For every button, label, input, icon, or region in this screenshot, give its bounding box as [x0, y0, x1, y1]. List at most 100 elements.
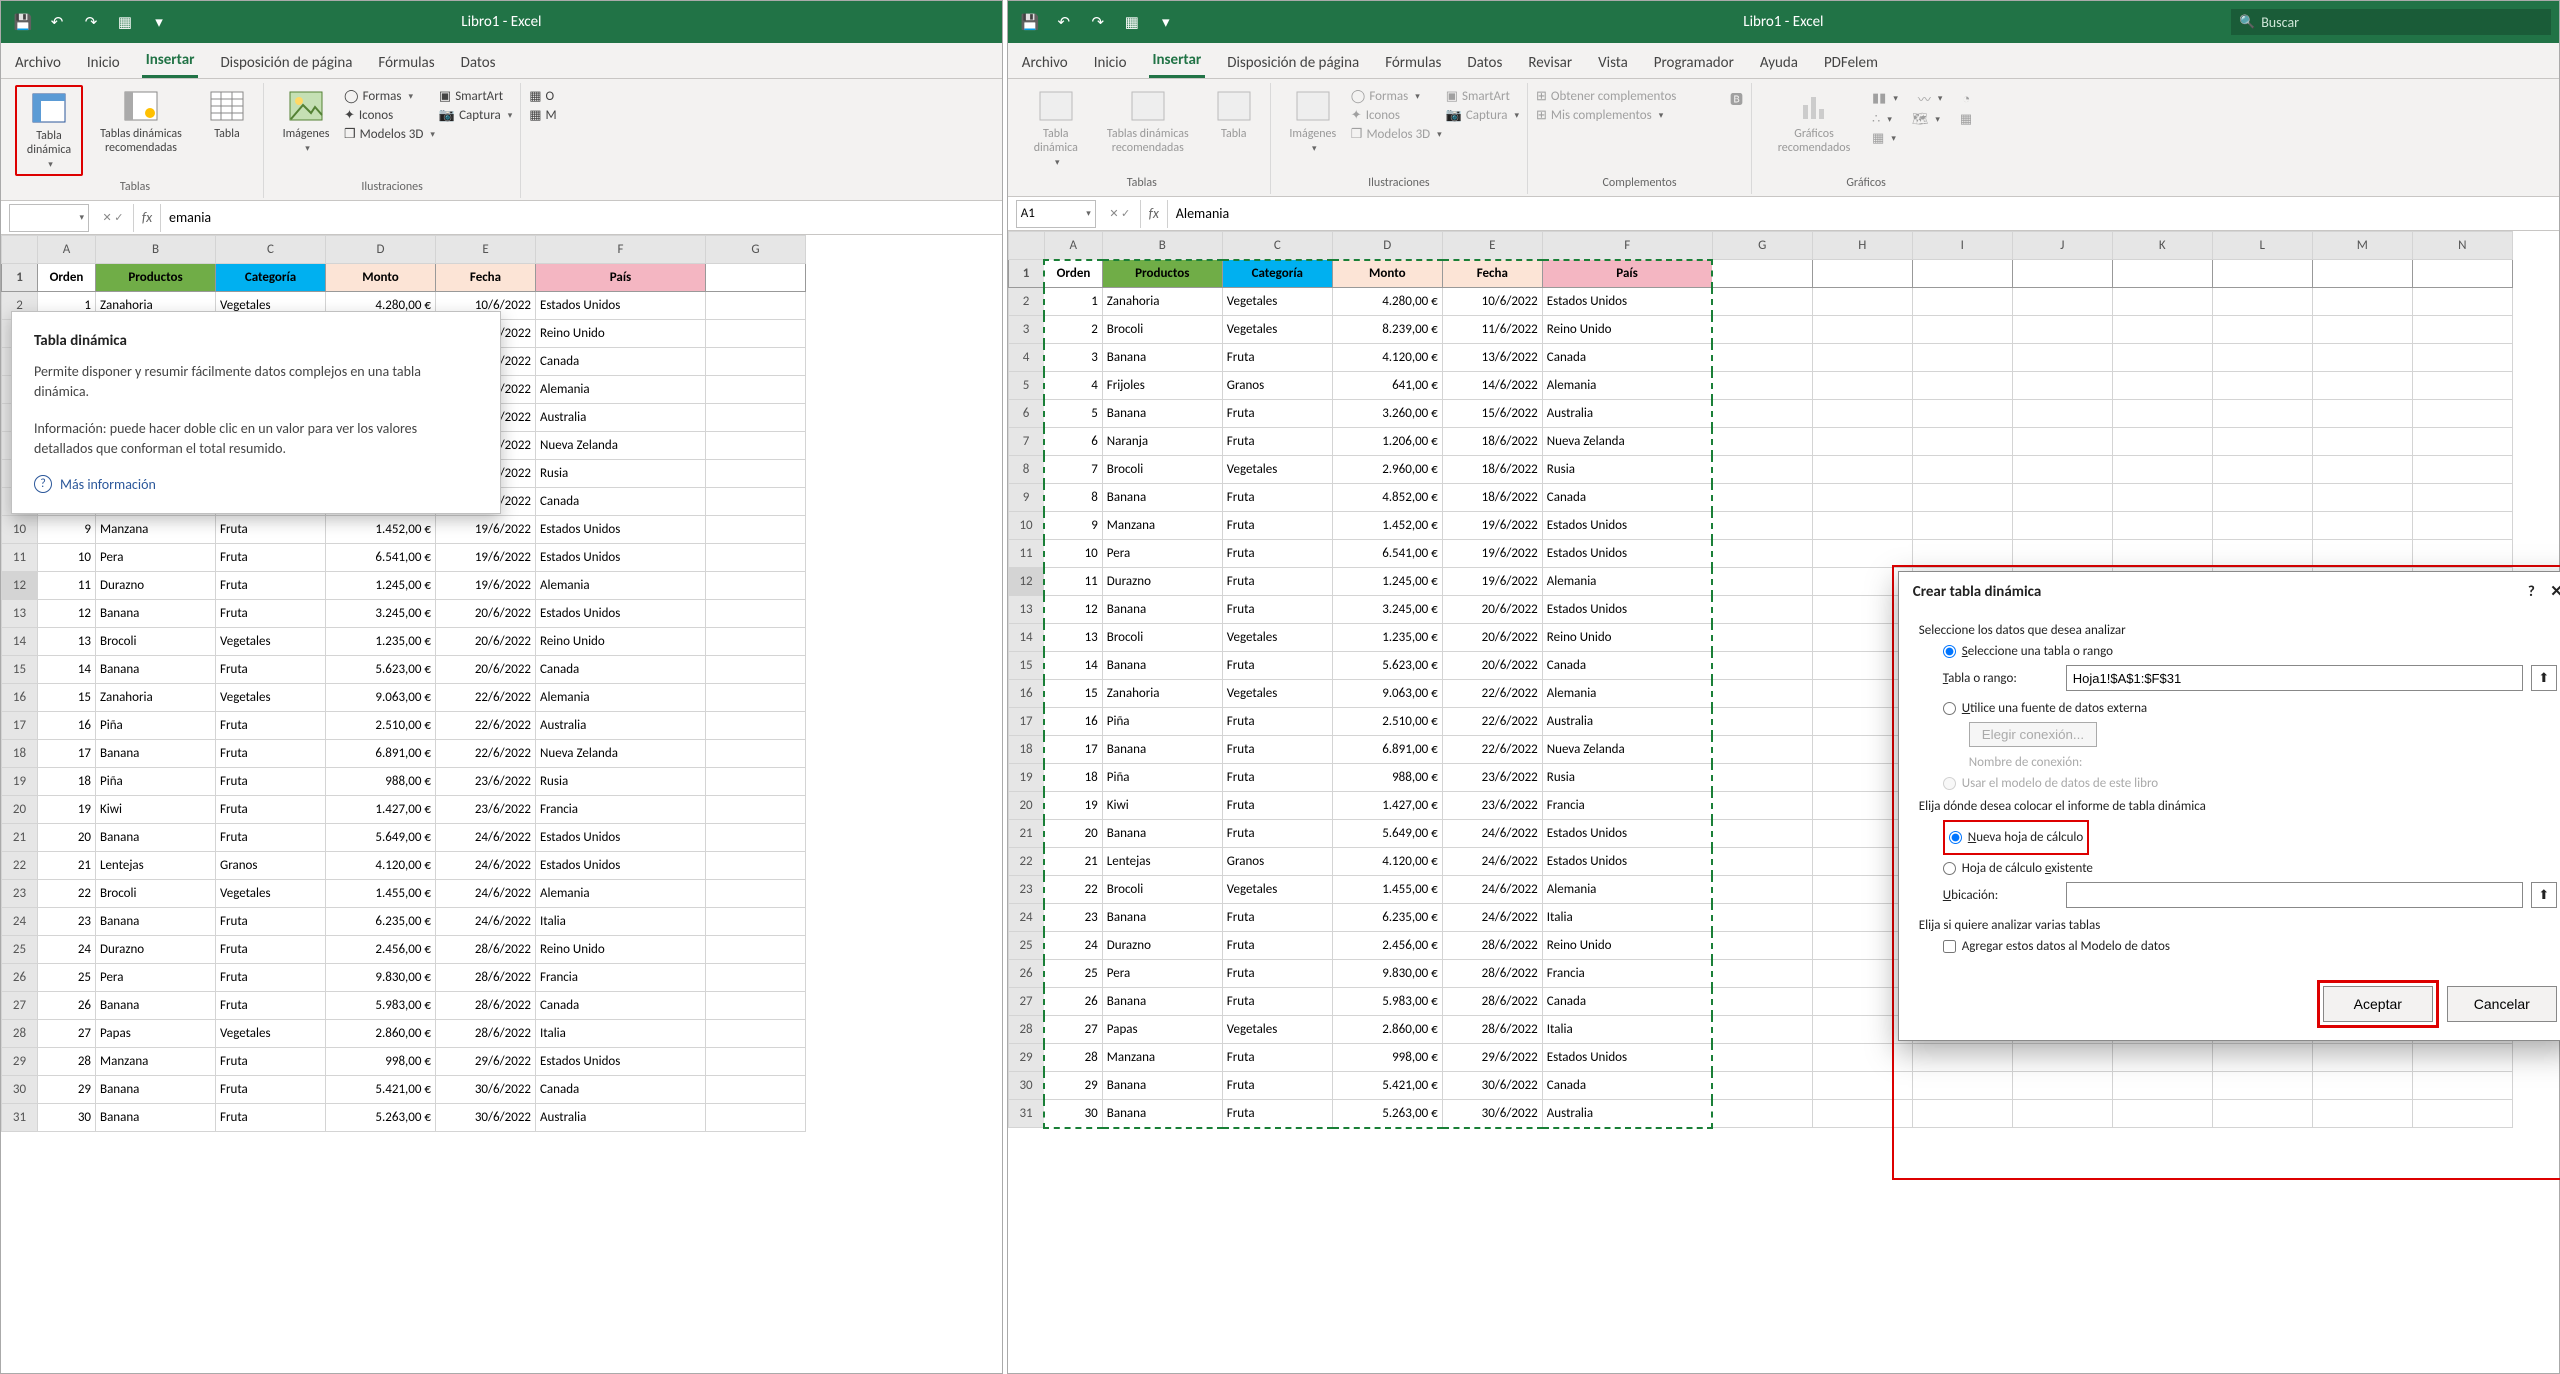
pivot-table-button: Tabla dinámica▾ — [1022, 85, 1090, 172]
tab-disposición-de-página[interactable]: Disposición de página — [1223, 48, 1363, 78]
help-icon[interactable]: ? — [2528, 583, 2535, 601]
tab-fórmulas[interactable]: Fórmulas — [374, 48, 438, 78]
cube-icon: ❒ — [344, 127, 356, 142]
opt-external-source[interactable]: Utilice una fuente de datos externa — [1943, 701, 2557, 716]
images-button: Imágenes▾ — [1279, 85, 1347, 158]
images-button[interactable]: Imágenes▾ — [272, 85, 340, 158]
scatter-icon: ∴ — [1872, 112, 1880, 127]
formula-bar: ▾ ✕ ✓ fx emania — [1, 201, 1002, 235]
pie-chart-icon: ◔ — [1962, 91, 1970, 107]
icons-menu[interactable]: ✦Iconos — [344, 108, 435, 123]
tab-programador[interactable]: Programador — [1650, 48, 1738, 78]
tab-datos[interactable]: Datos — [1463, 48, 1506, 78]
line-chart-icon: 〰 — [1918, 89, 1931, 108]
bing-icon: 🅱 — [1730, 89, 1743, 108]
fx-icon[interactable]: fx — [1140, 200, 1168, 228]
conn-name-label: Nombre de conexión: — [1969, 755, 2557, 770]
shapes-icon: ◯ — [344, 89, 359, 104]
titlebar: 💾 ↶ ↷ ▦ ▾ Libro1 - Excel 🔍 Buscar — [1008, 1, 2559, 43]
tooltip-line1: Permite disponer y resumir fácilmente da… — [34, 362, 478, 403]
range-label: Tabla o rango: — [1943, 671, 2058, 686]
bar-chart-icon: ▮▮ — [1872, 91, 1886, 106]
tab-datos[interactable]: Datos — [457, 48, 500, 78]
tab-insertar[interactable]: Insertar — [1149, 45, 1206, 78]
tab-inicio[interactable]: Inicio — [83, 48, 124, 78]
titlebar: 💾 ↶ ↷ ▦ ▾ Libro1 - Excel — [1, 1, 1002, 43]
shapes-menu[interactable]: ◯Formas▾ — [344, 89, 435, 104]
chk-add-to-model[interactable]: Agregar estos datos al Modelo de datos — [1943, 939, 2557, 954]
pivot-table-button[interactable]: Tabla dinámica▾ — [15, 85, 83, 176]
location-picker-icon[interactable]: ⬆ — [2531, 882, 2557, 908]
undo-icon[interactable]: ↶ — [43, 8, 71, 36]
tab-pdfelem[interactable]: PDFelem — [1820, 48, 1882, 78]
recommended-pivots-button[interactable]: Tablas dinámicas recomendadas — [87, 85, 195, 159]
pivot-table-tooltip: Tabla dinámica Permite disponer y resumi… — [11, 311, 501, 514]
formula-input[interactable]: emania — [161, 209, 1002, 226]
formula-input[interactable]: Alemania — [1168, 205, 2559, 222]
addin-btn1[interactable]: ▦O — [529, 89, 556, 104]
group-label-tablas: Tablas — [15, 176, 255, 196]
redo-icon[interactable]: ↷ — [77, 8, 105, 36]
tab-disposición-de-página[interactable]: Disposición de página — [216, 48, 356, 78]
map-icon: 🗺 — [1912, 112, 1929, 127]
fx-icon[interactable]: fx — [133, 204, 161, 232]
dlg-section1: Seleccione los datos que desea analizar — [1919, 623, 2557, 638]
ribbon-tabs: Archivo Inicio Insertar Disposición de pági… — [1, 43, 1002, 79]
tab-archivo[interactable]: Archivo — [11, 48, 65, 78]
addin-btn2[interactable]: ▦M — [529, 108, 556, 123]
qat-overflow-icon[interactable]: ▾ — [145, 8, 173, 36]
ribbon: Tabla dinámica▾ Tablas dinámicas recomen… — [1008, 79, 2559, 197]
opt-data-model: Usar el modelo de datos de este libro — [1943, 776, 2557, 791]
more-info-link[interactable]: ? Más información — [34, 475, 478, 493]
tab-revisar[interactable]: Revisar — [1524, 48, 1576, 78]
location-label: Ubicación: — [1943, 888, 2058, 903]
rec-charts-button: Gráficos recomendados — [1760, 85, 1868, 159]
ok-button[interactable]: Aceptar — [2323, 986, 2433, 1022]
grid-icon[interactable]: ▦ — [111, 8, 139, 36]
tab-fórmulas[interactable]: Fórmulas — [1381, 48, 1445, 78]
pivot-table-icon — [31, 91, 67, 125]
quick-access-toolbar: 💾 ↶ ↷ ▦ ▾ — [9, 8, 173, 36]
addin-icon2: ▦ — [529, 108, 541, 123]
window-title: Libro1 - Excel — [1743, 13, 1823, 31]
redo-icon[interactable]: ↷ — [1084, 8, 1112, 36]
dialog-title: Crear tabla dinámica — [1913, 583, 2041, 601]
icons-icon: ✦ — [344, 108, 355, 123]
tab-vista[interactable]: Vista — [1594, 48, 1632, 78]
location-input[interactable] — [2066, 882, 2523, 908]
ribbon-tabs: Archivo Inicio Insertar Disposición de pági… — [1008, 43, 2559, 79]
screenshot-menu[interactable]: 📷Captura▾ — [439, 108, 512, 123]
my-addins: ⊞Mis complementos▾ — [1536, 108, 1726, 123]
cancel-button[interactable]: Cancelar — [2447, 986, 2557, 1022]
recommended-pivots-icon — [123, 89, 159, 123]
undo-icon[interactable]: ↶ — [1050, 8, 1078, 36]
qat-overflow-icon[interactable]: ▾ — [1152, 8, 1180, 36]
opt-existing-sheet[interactable]: Hoja de cálculo existente — [1943, 861, 2557, 876]
create-pivot-dialog: Crear tabla dinámica ? ✕ Seleccione los … — [1898, 571, 2560, 1041]
tab-insertar[interactable]: Insertar — [142, 45, 199, 78]
name-box[interactable]: A1▾ — [1016, 200, 1096, 228]
search-box[interactable]: 🔍 Buscar — [2231, 9, 2551, 35]
save-icon[interactable]: 💾 — [1016, 8, 1044, 36]
table-button[interactable]: Tabla — [199, 85, 255, 145]
name-box[interactable]: ▾ — [9, 204, 89, 232]
opt-new-sheet[interactable]: Nueva hoja de cálculo — [1949, 830, 2083, 845]
grid-icon[interactable]: ▦ — [1118, 8, 1146, 36]
smartart-menu[interactable]: ▣SmartArt — [439, 89, 512, 104]
tab-ayuda[interactable]: Ayuda — [1756, 48, 1802, 78]
opt-select-range[interactable]: Seleccione una tabla o rango — [1943, 644, 2557, 659]
tab-inicio[interactable]: Inicio — [1090, 48, 1131, 78]
search-icon: 🔍 — [2239, 15, 2255, 30]
pivot-table-icon — [1038, 89, 1074, 123]
get-addins: ⊞Obtener complementos — [1536, 89, 1726, 104]
group-label-ilustr: Ilustraciones — [272, 176, 512, 196]
tab-archivo[interactable]: Archivo — [1018, 48, 1072, 78]
camera-icon: 📷 — [439, 108, 455, 123]
table-button: Tabla — [1206, 85, 1262, 145]
save-icon[interactable]: 💾 — [9, 8, 37, 36]
range-input[interactable] — [2066, 665, 2523, 691]
image-icon — [288, 89, 324, 123]
3dmodels-menu[interactable]: ❒Modelos 3D▾ — [344, 127, 435, 142]
range-picker-icon[interactable]: ⬆ — [2531, 665, 2557, 691]
close-icon[interactable]: ✕ — [2550, 583, 2560, 601]
